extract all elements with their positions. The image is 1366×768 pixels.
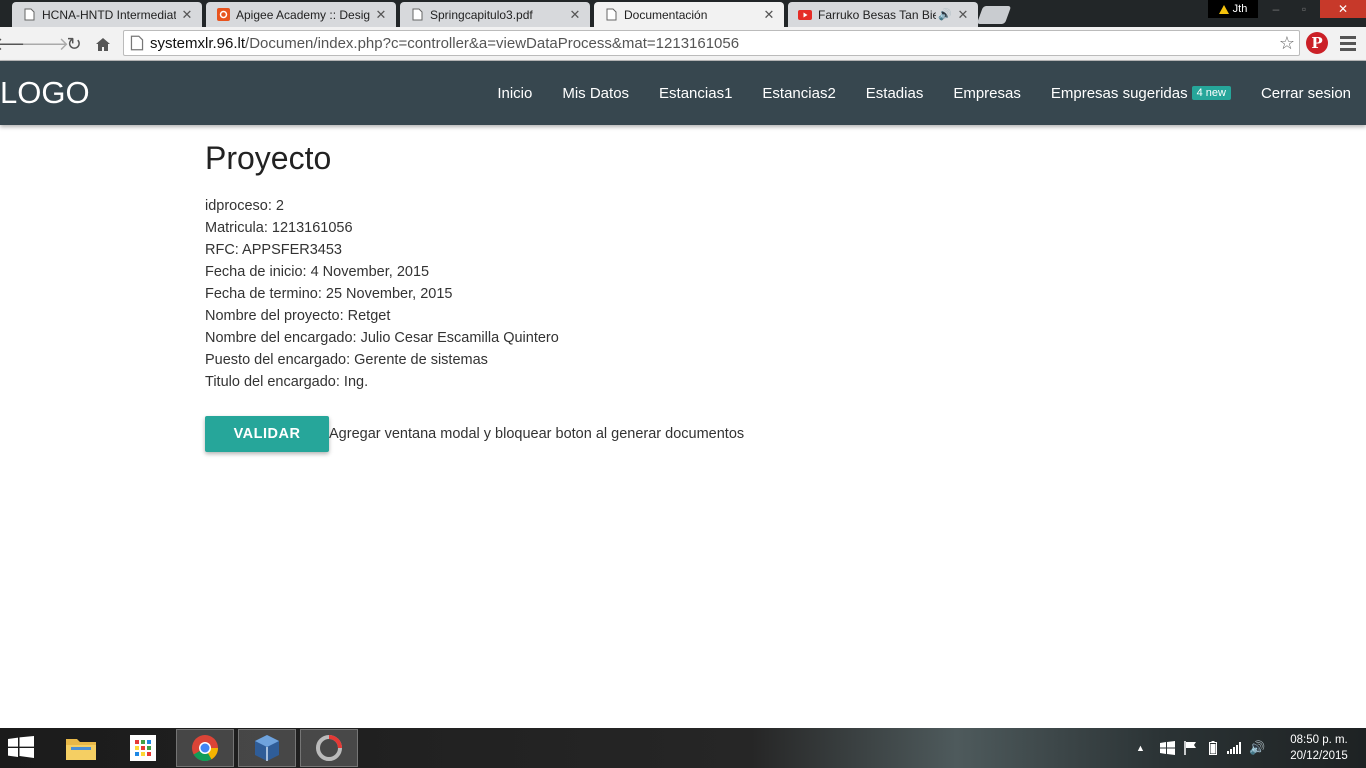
close-icon[interactable]: ✕ [180, 7, 194, 22]
page-title: Proyecto [205, 140, 332, 176]
speaker-icon: 🔊 [938, 9, 952, 21]
close-icon[interactable]: ✕ [568, 7, 582, 22]
signal-icon[interactable] [1227, 742, 1241, 754]
minimize-button[interactable]: – [1262, 0, 1290, 18]
field-titulo-encargado: Titulo del encargado: Ing. [205, 374, 369, 390]
nav-item-estancias2[interactable]: Estancias2 [747, 61, 850, 125]
profile-name: Jth [1232, 3, 1248, 15]
virtualbox-taskbar-button[interactable] [238, 729, 296, 767]
url-host: systemxlr.96.lt [150, 34, 246, 52]
nav-item-empresas-sugeridas[interactable]: Empresas sugeridas 4 new [1036, 61, 1246, 125]
tab-title: HCNA-HNTD Intermediate [42, 7, 176, 22]
browser-tab-strip: HCNA-HNTD Intermediate ✕ Apigee Academy … [0, 0, 1366, 27]
youtube-icon [798, 8, 812, 22]
app-circle-icon [316, 735, 342, 761]
field-fecha-inicio: Fecha de inicio: 4 November, 2015 [205, 264, 430, 280]
browser-toolbar: 🡐 🡒 ↻ systemxlr.96.lt/Documen/index.php?… [0, 27, 1366, 61]
virtualbox-icon [255, 735, 279, 761]
maximize-button[interactable]: ▫ [1290, 0, 1318, 18]
nav-item-cerrar-sesion[interactable]: Cerrar sesion [1246, 61, 1366, 125]
new-tab-button[interactable] [976, 6, 1012, 24]
main-content: Proyecto idproceso: 2 Matricula: 1213161… [205, 140, 1105, 452]
page-icon [130, 35, 144, 51]
field-puesto-encargado: Puesto del encargado: Gerente de sistema… [205, 352, 488, 368]
browser-tab-active[interactable]: Documentación ✕ [594, 2, 784, 27]
volume-icon[interactable]: 🔊 [1249, 740, 1265, 756]
chrome-menu-button[interactable] [1340, 36, 1356, 54]
field-nombre-encargado: Nombre del encargado: Julio Cesar Escami… [205, 330, 559, 346]
close-window-button[interactable]: ✕ [1320, 0, 1366, 18]
document-icon [604, 8, 618, 22]
field-idproceso: idproceso: 2 [205, 198, 284, 214]
site-logo[interactable]: LOGO [0, 75, 90, 111]
chrome-icon [192, 735, 219, 762]
browser-tab[interactable]: Farruko Besas Tan Bien 🔊 ✕ [788, 2, 978, 27]
nav-item-estancias1[interactable]: Estancias1 [644, 61, 747, 125]
nav-item-label: Empresas sugeridas [1050, 84, 1188, 102]
browser-tab[interactable]: HCNA-HNTD Intermediate ✕ [12, 2, 202, 27]
site-navbar: LOGO Inicio Mis Datos Estancias1 Estanci… [0, 61, 1366, 125]
chevron-up-icon[interactable]: ▲ [1136, 743, 1150, 753]
bookmark-star-icon[interactable]: ☆ [1279, 33, 1295, 54]
windows-start-button[interactable] [8, 736, 38, 760]
chrome-taskbar-button[interactable] [176, 729, 234, 767]
todo-note: Agregar ventana modal y bloquear boton a… [329, 426, 745, 442]
close-icon[interactable]: ✕ [956, 7, 970, 22]
reload-button[interactable]: ↻ [62, 32, 86, 56]
home-icon [96, 37, 110, 51]
battery-icon[interactable] [1209, 741, 1217, 755]
document-icon [22, 8, 36, 22]
reload-icon: ↻ [66, 33, 82, 54]
warning-icon [1218, 4, 1229, 14]
tab-title: Springcapitulo3.pdf [430, 7, 533, 22]
nav-item-inicio[interactable]: Inicio [482, 61, 547, 125]
windows-tray-icon[interactable] [1160, 741, 1175, 755]
app-taskbar-button[interactable] [300, 729, 358, 767]
tab-title: Apigee Academy :: Design [236, 7, 370, 22]
clock-time: 08:50 p. m. [1290, 734, 1348, 746]
actions-row: VALIDAR Agregar ventana modal y bloquear… [205, 416, 1105, 452]
tab-title: Documentación [624, 7, 708, 22]
close-icon[interactable]: ✕ [762, 7, 776, 22]
profile-button[interactable]: Jth [1208, 0, 1258, 18]
validate-button[interactable]: VALIDAR [205, 416, 329, 452]
system-clock[interactable]: 08:50 p. m. 20/12/2015 [1284, 732, 1354, 764]
new-count-badge: 4 new [1191, 86, 1231, 100]
browser-tab[interactable]: Apigee Academy :: Design ✕ [206, 2, 396, 27]
windows-logo-icon [8, 736, 34, 758]
folder-icon [66, 739, 96, 760]
store-taskbar-button[interactable] [114, 729, 172, 767]
clock-date: 20/12/2015 [1290, 750, 1348, 762]
nav-item-estadias[interactable]: Estadias [851, 61, 939, 125]
nav-links: Inicio Mis Datos Estancias1 Estancias2 E… [482, 61, 1366, 125]
field-matricula: Matricula: 1213161056 [205, 220, 353, 236]
field-rfc: RFC: APPSFER3453 [205, 242, 342, 258]
flag-icon[interactable] [1184, 741, 1197, 755]
file-explorer-taskbar-button[interactable] [52, 729, 110, 767]
browser-tab[interactable]: Springcapitulo3.pdf ✕ [400, 2, 590, 27]
nav-item-mis-datos[interactable]: Mis Datos [547, 61, 644, 125]
close-icon[interactable]: ✕ [374, 7, 388, 22]
address-bar[interactable]: systemxlr.96.lt/Documen/index.php?c=cont… [123, 30, 1300, 56]
field-nombre-proyecto: Nombre del proyecto: Retget [205, 308, 391, 324]
field-fecha-termino: Fecha de termino: 25 November, 2015 [205, 286, 453, 302]
tab-title: Farruko Besas Tan Bien [818, 7, 937, 22]
document-icon [410, 8, 424, 22]
url-path: /Documen/index.php?c=controller&a=viewDa… [245, 34, 740, 52]
home-button[interactable] [91, 32, 115, 56]
system-tray: ▲ 🔊 [1136, 728, 1276, 768]
pinterest-icon[interactable]: P [1306, 32, 1328, 54]
windows-taskbar: ▲ 🔊 08:50 p. m. 20/12/2015 [0, 728, 1366, 768]
forward-button[interactable]: 🡒 [21, 32, 69, 56]
nav-item-empresas[interactable]: Empresas [938, 61, 1036, 125]
store-icon [130, 735, 156, 761]
apigee-icon [216, 8, 230, 22]
